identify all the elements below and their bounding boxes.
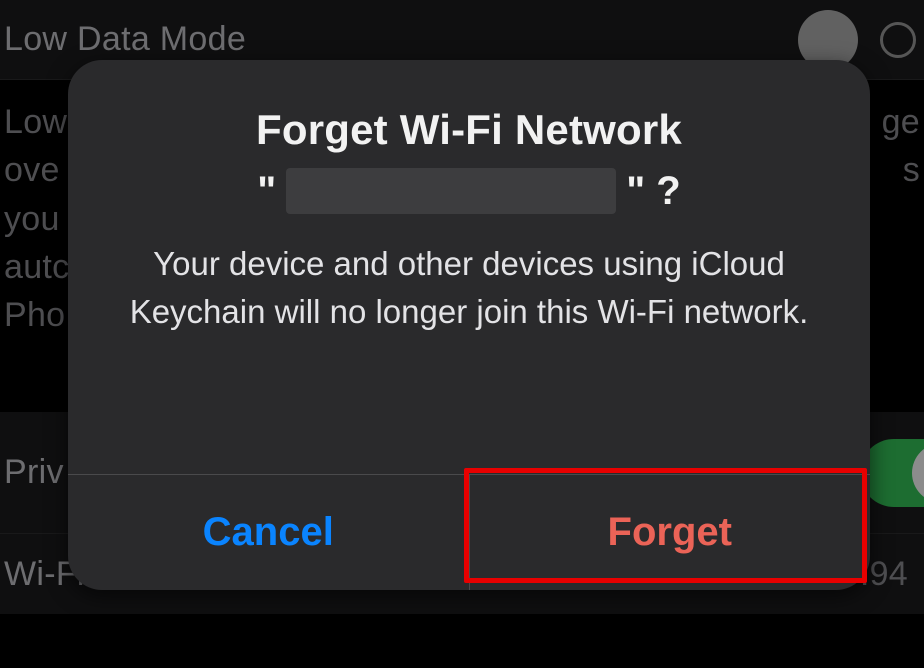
dialog-buttons: Cancel Forget — [68, 474, 870, 590]
low-data-mode-label: Low Data Mode — [0, 20, 246, 59]
cancel-button[interactable]: Cancel — [68, 475, 469, 590]
toggle-ring-icon — [880, 22, 916, 58]
dialog-body: Your device and other devices using iClo… — [104, 240, 834, 336]
dialog-title: Forget Wi-Fi Network — [104, 106, 834, 154]
forget-button[interactable]: Forget — [469, 475, 871, 590]
private-address-label: Priv — [0, 453, 64, 492]
redacted-network-name — [286, 168, 616, 214]
forget-network-dialog: Forget Wi-Fi Network " " ? Your device a… — [68, 60, 870, 590]
dialog-network-name: " " ? — [104, 168, 834, 214]
